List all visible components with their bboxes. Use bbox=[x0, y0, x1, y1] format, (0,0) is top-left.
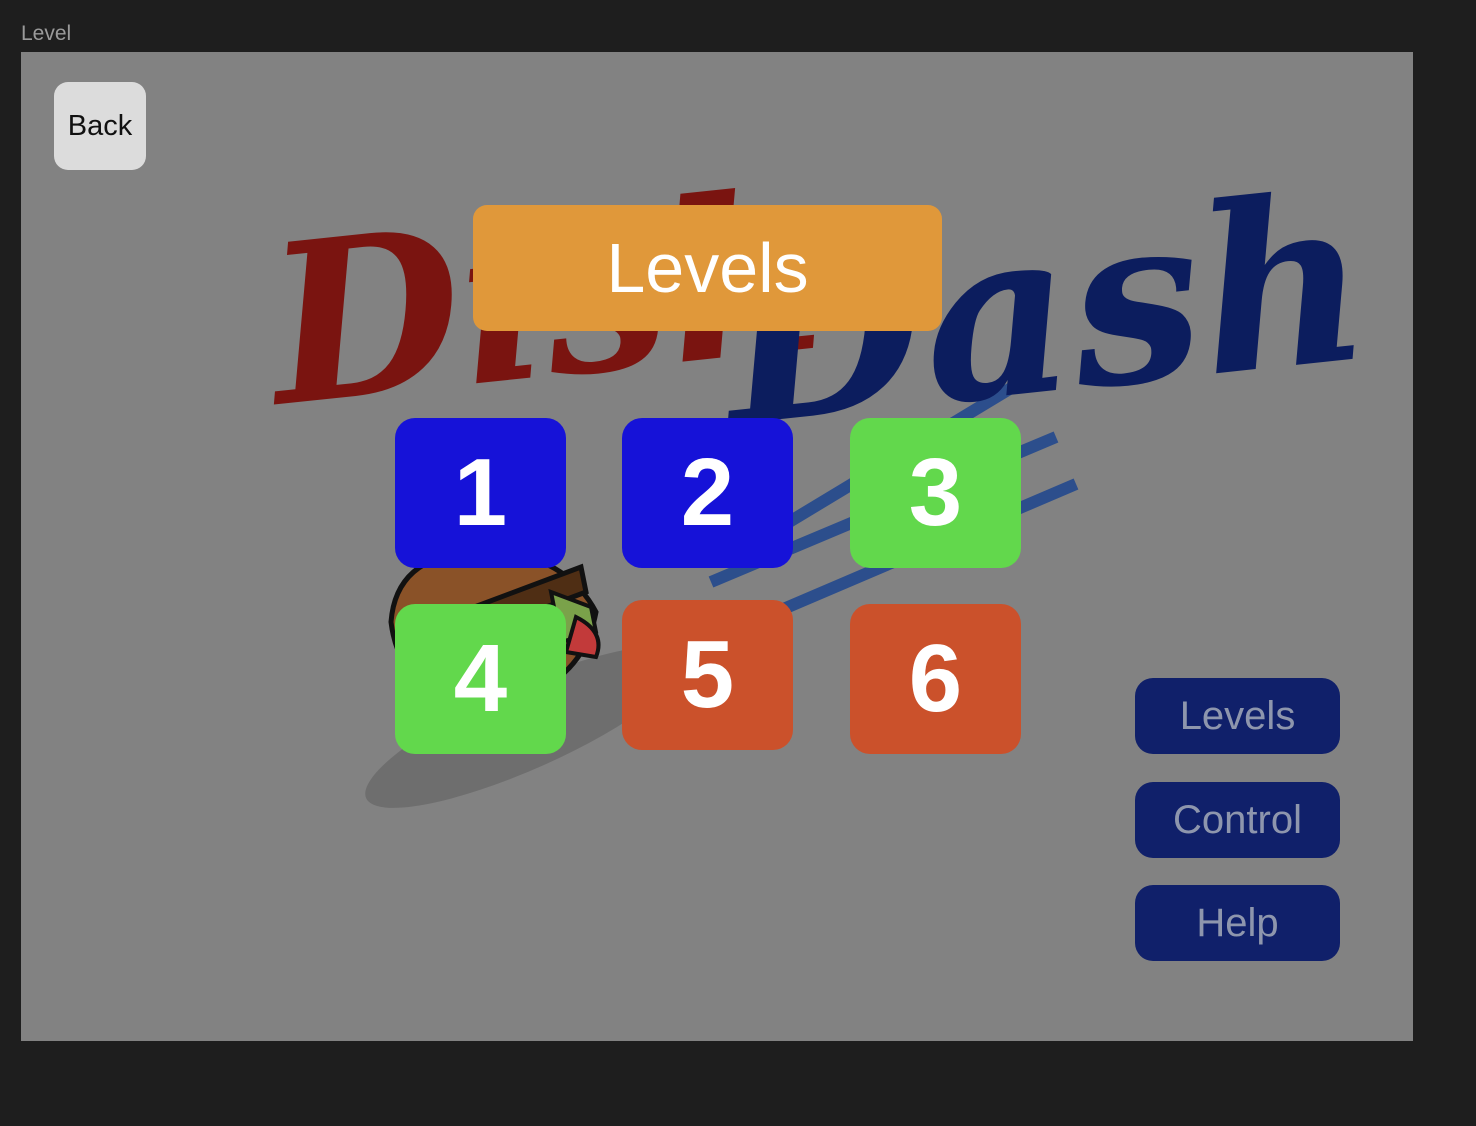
back-button[interactable]: Back bbox=[54, 82, 146, 170]
level-3-button[interactable]: 3 bbox=[850, 418, 1021, 568]
menu-control-button[interactable]: Control bbox=[1135, 782, 1340, 858]
levels-title-banner: Levels bbox=[473, 205, 942, 331]
frame-label: Level bbox=[21, 22, 72, 45]
menu-levels-button[interactable]: Levels bbox=[1135, 678, 1340, 754]
level-4-button[interactable]: 4 bbox=[395, 604, 566, 754]
game-canvas: Dish Dash Back Levels 1 2 3 4 5 6 Levels… bbox=[21, 52, 1413, 1041]
level-2-button[interactable]: 2 bbox=[622, 418, 793, 568]
level-1-button[interactable]: 1 bbox=[395, 418, 566, 568]
menu-help-button[interactable]: Help bbox=[1135, 885, 1340, 961]
level-6-button[interactable]: 6 bbox=[850, 604, 1021, 754]
level-5-button[interactable]: 5 bbox=[622, 600, 793, 750]
